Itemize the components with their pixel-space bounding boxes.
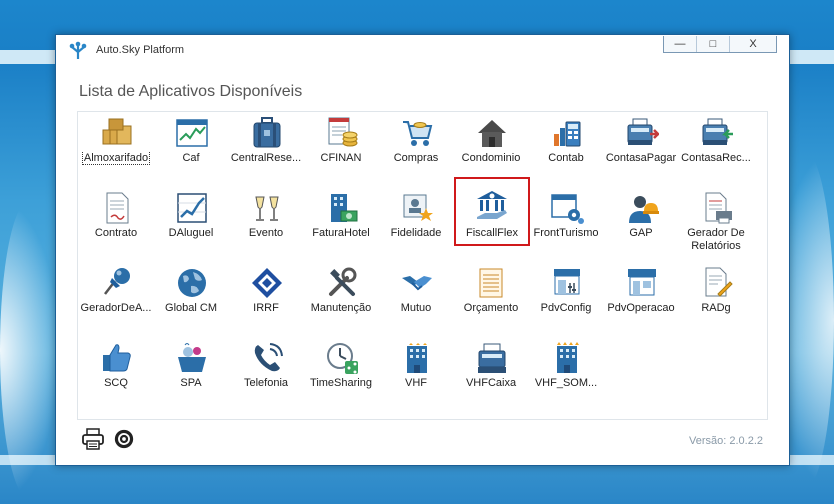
- app-spa[interactable]: SPA: [153, 339, 229, 411]
- app-mutuo[interactable]: Mutuo: [378, 264, 454, 336]
- contract-document-icon: [106, 192, 129, 224]
- app-label: RADg: [701, 302, 731, 314]
- window-controls: — □ X: [663, 36, 777, 53]
- tax-diamond-logo-icon: [252, 268, 282, 298]
- champagne-glasses-icon: [255, 196, 279, 221]
- app-faturahotel[interactable]: FaturaHotel: [303, 189, 379, 261]
- title-bar[interactable]: Auto.Sky Platform — □ X: [56, 35, 789, 65]
- window-title: Auto.Sky Platform: [96, 44, 185, 56]
- app-contasapagar[interactable]: ContasaPagar: [603, 114, 679, 186]
- section-title: Lista de Aplicativos Disponíveis: [79, 83, 303, 100]
- report-printer-icon: [705, 192, 732, 224]
- app-label: Fidelidade: [390, 227, 442, 239]
- shopping-cart-icon: [403, 121, 433, 146]
- app-daluguel[interactable]: DAluguel: [153, 189, 229, 261]
- app-vhfcaixa[interactable]: VHFCaixa: [453, 339, 529, 411]
- app-vhf[interactable]: VHF: [378, 339, 454, 411]
- gear-icon[interactable]: [112, 428, 136, 450]
- worker-helmet-icon: [629, 196, 659, 223]
- app-condominio[interactable]: Condominio: [453, 114, 529, 186]
- app-evento[interactable]: Evento: [228, 189, 304, 261]
- app-pdvoperacao[interactable]: PdvOperacao: [603, 264, 679, 336]
- window-gears-icon: [551, 194, 584, 224]
- app-telefonia[interactable]: Telefonia: [228, 339, 304, 411]
- close-button[interactable]: X: [729, 36, 776, 52]
- document-pen-icon: [705, 267, 733, 297]
- clock-share-icon: [327, 343, 358, 374]
- app-geradorderelatorios[interactable]: Gerador De Relatórios: [678, 189, 754, 261]
- hotel-building-icon: [407, 343, 427, 373]
- app-contab[interactable]: Contab: [528, 114, 604, 186]
- desktop-light-streak-left: [0, 200, 60, 500]
- app-label: Almoxarifado: [81, 152, 151, 165]
- app-fiscallflex[interactable]: FiscallFlex: [454, 177, 530, 246]
- version-label: Versão: 2.0.2.2: [689, 435, 763, 447]
- printer-icon[interactable]: [81, 428, 105, 450]
- bank-hand-icon: [477, 191, 507, 219]
- phone-handset-icon: [254, 343, 283, 372]
- pushpin-icon: [104, 268, 130, 295]
- app-almoxarifado[interactable]: Almoxarifado: [78, 114, 154, 186]
- app-frontturismo[interactable]: FrontTurismo: [528, 189, 604, 261]
- house-icon: [478, 120, 506, 147]
- spa-basket-icon: [178, 343, 206, 372]
- suitcase-icon: [253, 117, 281, 148]
- loyalty-card-star-icon: [403, 194, 433, 221]
- app-contrato[interactable]: Contrato: [78, 189, 154, 261]
- store-icon: [628, 269, 656, 296]
- maximize-button[interactable]: □: [696, 36, 729, 52]
- app-label: Gerador De Relatórios: [687, 227, 745, 252]
- app-label: ContasaRec...: [681, 152, 751, 164]
- globe-icon: [178, 269, 206, 297]
- app-irrf[interactable]: IRRF: [228, 264, 304, 336]
- minimize-button[interactable]: —: [664, 36, 696, 52]
- app-fidelidade[interactable]: Fidelidade: [378, 189, 454, 261]
- handshake-icon: [402, 276, 432, 291]
- app-contasareceber[interactable]: ContasaRec...: [678, 114, 754, 186]
- app-pdvconfig[interactable]: PdvConfig: [528, 264, 604, 336]
- growth-chart-icon: [177, 193, 207, 223]
- warehouse-boxes-icon: [102, 118, 132, 145]
- app-centralreservas[interactable]: CentralRese...: [228, 114, 304, 186]
- app-compras[interactable]: Compras: [378, 114, 454, 186]
- app-label: VHF_SOM...: [534, 377, 598, 389]
- chart-window-icon: [176, 119, 208, 147]
- app-caf[interactable]: Caf: [153, 114, 229, 186]
- tools-icon: [329, 267, 357, 296]
- app-vhfsom[interactable]: VHF_SOM...: [528, 339, 604, 411]
- calculator-chart-icon: [554, 121, 581, 147]
- app-radg[interactable]: RADg: [678, 264, 754, 336]
- budget-sheet-icon: [479, 268, 503, 298]
- app-globalcm[interactable]: Global CM: [153, 264, 229, 336]
- hotel-building-stars-icon: [557, 342, 579, 373]
- store-settings-icon: [554, 269, 580, 295]
- app-launcher-window: Auto.Sky Platform — □ X Lista de Aplicat…: [55, 34, 790, 466]
- thumbs-up-icon: [103, 344, 131, 372]
- cash-register-in-icon: [702, 118, 733, 145]
- document-coins-icon: [328, 117, 358, 147]
- app-geradordea[interactable]: GeradorDeA...: [78, 264, 154, 336]
- app-gap[interactable]: GAP: [603, 189, 679, 261]
- autosky-logo-icon: [69, 41, 87, 59]
- cash-register-icon: [478, 343, 506, 373]
- app-orcamento[interactable]: Orçamento: [453, 264, 529, 336]
- app-cfinan[interactable]: CFINAN: [303, 114, 379, 186]
- hotel-money-icon: [331, 194, 358, 222]
- app-scq[interactable]: SCQ: [78, 339, 154, 411]
- apps-grid: Almoxarifado Caf CentralRese... CFINAN C…: [77, 111, 768, 420]
- app-manutencao[interactable]: Manutenção: [303, 264, 379, 336]
- app-timesharing[interactable]: TimeSharing: [303, 339, 379, 411]
- cash-register-out-icon: [627, 118, 659, 145]
